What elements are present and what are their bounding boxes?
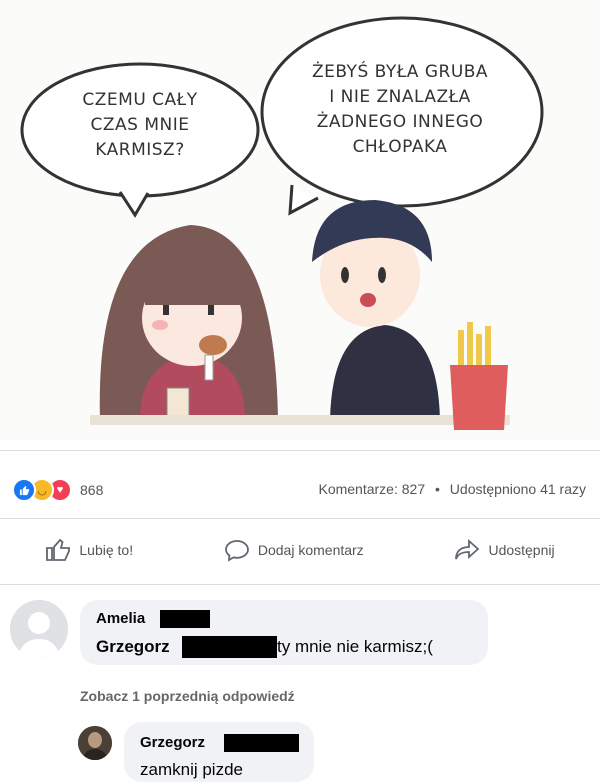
like-reaction-icon	[12, 478, 36, 502]
reply-bubble: Grzegorz zamknij pizde	[124, 722, 314, 782]
reaction-count[interactable]: 868	[80, 482, 103, 498]
redaction-bar	[160, 610, 210, 628]
speech-bubble-icon	[224, 540, 249, 562]
comment-mention[interactable]: Grzegorz	[96, 637, 170, 656]
stats-counts: Komentarze: 827 • Udostępniono 41 razy	[318, 481, 586, 497]
like-button-label: Lubię to!	[79, 542, 134, 558]
reply-author-name[interactable]: Grzegorz	[140, 734, 205, 751]
separator-dot: •	[435, 481, 440, 497]
redaction-bar	[224, 734, 299, 752]
comment-text: ty mnie nie karmisz;(	[277, 637, 433, 656]
comment-button[interactable]: Dodaj komentarz	[224, 538, 364, 562]
share-arrow-icon	[455, 538, 480, 560]
avatar[interactable]	[10, 600, 68, 658]
share-button[interactable]: Udostępnij	[454, 538, 555, 562]
left-speech-bubble: CZEMU CAŁY CZAS MNIE KARMISZ?	[82, 90, 198, 160]
avatar[interactable]	[78, 726, 112, 760]
reactions-summary[interactable]: ◡ ♥ 868	[12, 478, 103, 502]
divider	[0, 518, 600, 519]
post-stats-row: ◡ ♥ 868 Komentarze: 827 • Udostępniono 4…	[0, 470, 600, 506]
post-image-comic[interactable]: CZEMU CAŁY CZAS MNIE KARMISZ? ŻEBYŚ BYŁA…	[0, 0, 600, 440]
divider	[0, 450, 600, 451]
like-button[interactable]: Lubię to!	[45, 538, 133, 562]
redaction-bar	[182, 636, 277, 658]
comment-bubble: Amelia Grzegorz ty mnie nie karmisz;(	[80, 600, 488, 665]
share-button-label: Udostępnij	[488, 542, 555, 558]
comments-count-link[interactable]: Komentarze: 827	[318, 481, 425, 497]
view-previous-replies-link[interactable]: Zobacz 1 poprzednią odpowiedź	[80, 688, 295, 704]
comment-button-label: Dodaj komentarz	[257, 542, 364, 558]
divider	[0, 584, 600, 585]
reply-text: zamknij pizde	[140, 760, 243, 779]
shares-count-link[interactable]: Udostępniono 41 razy	[450, 481, 586, 497]
thumbs-up-icon	[46, 538, 71, 561]
comment-text-row: Grzegorz	[96, 637, 170, 657]
profile-photo-icon	[78, 726, 112, 760]
right-speech-bubble: ŻEBYŚ BYŁA GRUBA I NIE ZNALAZŁA ŻADNEGO …	[311, 62, 489, 157]
post-actions-bar: Lubię to! Dodaj komentarz Udostępnij	[0, 530, 600, 570]
default-avatar-icon	[10, 600, 68, 658]
comment-author-name[interactable]: Amelia	[96, 610, 145, 627]
